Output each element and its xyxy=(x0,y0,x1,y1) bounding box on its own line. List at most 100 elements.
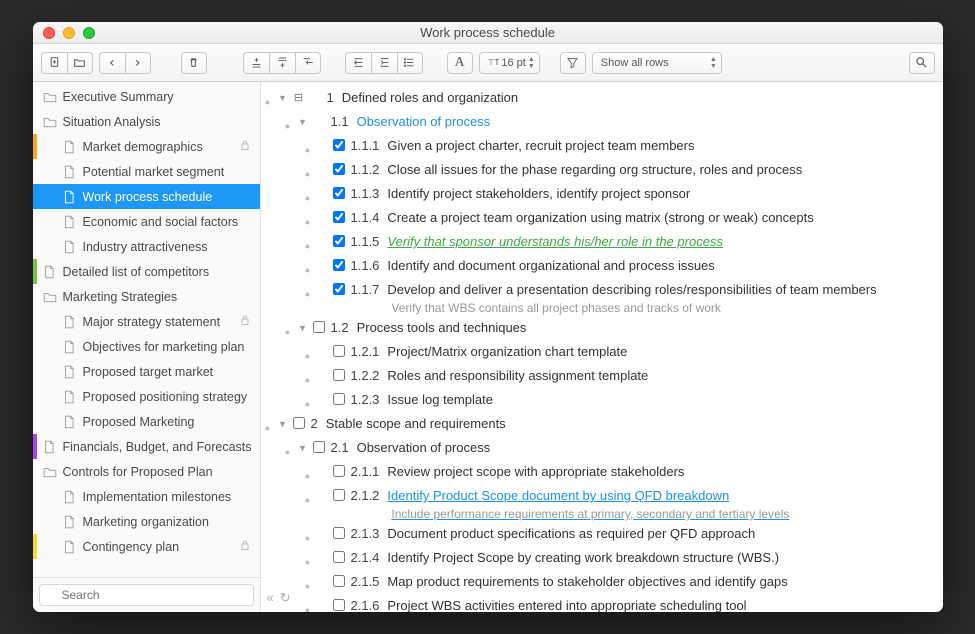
row-text[interactable]: Issue log template xyxy=(387,390,932,409)
row-checkbox[interactable] xyxy=(313,441,325,453)
sidebar-item[interactable]: Potential market segment xyxy=(33,159,260,184)
sidebar-search-input[interactable] xyxy=(39,584,254,606)
row-handle-icon[interactable]: ● xyxy=(301,184,315,208)
row-handle-icon[interactable]: ● xyxy=(281,438,295,462)
disclosure-triangle-icon[interactable]: ▼ xyxy=(295,438,311,458)
row-handle-icon[interactable]: ● xyxy=(301,462,315,486)
row-text[interactable]: Roles and responsibility assignment temp… xyxy=(387,366,932,385)
sidebar-item[interactable]: Marketing organization xyxy=(33,509,260,534)
zoom-window-button[interactable] xyxy=(83,27,95,39)
row-text[interactable]: Observation of process xyxy=(357,438,933,457)
outline-row[interactable]: ●1.2.1Project/Matrix organization chart … xyxy=(261,342,933,366)
row-text[interactable]: Identify Project Scope by creating work … xyxy=(387,548,932,567)
expand-all-icon[interactable]: « xyxy=(267,590,274,606)
disclosure-triangle-icon[interactable]: ▼ xyxy=(295,318,311,338)
row-text[interactable]: Document product specifications as requi… xyxy=(387,524,932,543)
row-text[interactable]: Develop and deliver a presentation descr… xyxy=(387,280,932,318)
row-checkbox[interactable] xyxy=(333,527,345,539)
outdent-button[interactable] xyxy=(345,52,371,74)
sidebar-item[interactable]: Proposed positioning strategy xyxy=(33,384,260,409)
row-text[interactable]: Review project scope with appropriate st… xyxy=(387,462,932,481)
row-checkbox[interactable] xyxy=(333,283,345,295)
row-checkbox[interactable] xyxy=(333,187,345,199)
row-text[interactable]: Identify Product Scope document by using… xyxy=(387,486,932,524)
outline-row[interactable]: ●1.1.5Verify that sponsor understands hi… xyxy=(261,232,933,256)
outline-row[interactable]: ●▼2.1Observation of process xyxy=(261,438,933,462)
row-handle-icon[interactable]: ● xyxy=(301,232,315,256)
sidebar-item[interactable]: Proposed Marketing xyxy=(33,409,260,434)
row-text[interactable]: Create a project team organization using… xyxy=(387,208,932,227)
outline-row[interactable]: ●2.1.5Map product requirements to stakeh… xyxy=(261,572,933,596)
row-checkbox[interactable] xyxy=(333,575,345,587)
disclosure-triangle-icon[interactable]: ▼ xyxy=(275,88,291,108)
sidebar-item[interactable]: Marketing Strategies xyxy=(33,284,260,309)
row-handle-icon[interactable]: ● xyxy=(301,366,315,390)
disclosure-triangle-icon[interactable]: ▼ xyxy=(275,414,291,434)
disclosure-triangle-icon[interactable]: ▼ xyxy=(295,112,311,132)
row-handle-icon[interactable]: ● xyxy=(301,524,315,548)
row-text[interactable]: Verify that sponsor understands his/her … xyxy=(387,232,932,251)
row-handle-icon[interactable]: ● xyxy=(301,596,315,612)
outline-row[interactable]: ●1.1.6Identify and document organization… xyxy=(261,256,933,280)
row-text[interactable]: Given a project charter, recruit project… xyxy=(387,136,932,155)
outline-row[interactable]: ●1.1.4Create a project team organization… xyxy=(261,208,933,232)
row-checkbox[interactable] xyxy=(333,163,345,175)
sidebar-item[interactable]: Contingency plan xyxy=(33,534,260,559)
row-handle-icon[interactable]: ● xyxy=(261,88,275,112)
outline-row[interactable]: ●2.1.3Document product specifications as… xyxy=(261,524,933,548)
row-text[interactable]: Identify and document organizational and… xyxy=(387,256,932,275)
outline-row[interactable]: ●▼1.2Process tools and techniques xyxy=(261,318,933,342)
sidebar-item[interactable]: Economic and social factors xyxy=(33,209,260,234)
row-handle-icon[interactable]: ● xyxy=(301,486,315,510)
row-checkbox[interactable] xyxy=(333,139,345,151)
outline-row[interactable]: ●2.1.4Identify Project Scope by creating… xyxy=(261,548,933,572)
add-child-button[interactable] xyxy=(295,52,321,74)
row-checkbox[interactable] xyxy=(333,345,345,357)
sidebar-item[interactable]: Implementation milestones xyxy=(33,484,260,509)
sidebar-item[interactable]: Industry attractiveness xyxy=(33,234,260,259)
row-handle-icon[interactable]: ● xyxy=(301,256,315,280)
collapse-all-icon[interactable]: ⊟ xyxy=(291,88,307,108)
close-window-button[interactable] xyxy=(43,27,55,39)
row-checkbox[interactable] xyxy=(333,489,345,501)
row-handle-icon[interactable]: ● xyxy=(301,160,315,184)
row-text[interactable]: Observation of process xyxy=(357,112,933,131)
outline-row[interactable]: ●1.1.2Close all issues for the phase reg… xyxy=(261,160,933,184)
sidebar-item[interactable]: Market demographics xyxy=(33,134,260,159)
row-handle-icon[interactable]: ● xyxy=(301,280,315,304)
add-row-below-button[interactable] xyxy=(269,52,295,74)
row-checkbox[interactable] xyxy=(293,417,305,429)
sidebar-item[interactable]: Situation Analysis xyxy=(33,109,260,134)
new-document-button[interactable] xyxy=(41,52,67,74)
row-text[interactable]: Project/Matrix organization chart templa… xyxy=(387,342,932,361)
outline-row[interactable]: ●1.1.3Identify project stakeholders, ide… xyxy=(261,184,933,208)
nav-back-button[interactable]: ‹ xyxy=(99,52,125,74)
sidebar-item[interactable]: Work process schedule xyxy=(33,184,260,209)
row-text[interactable]: Identify project stakeholders, identify … xyxy=(387,184,932,203)
row-handle-icon[interactable]: ● xyxy=(301,136,315,160)
row-checkbox[interactable] xyxy=(333,551,345,563)
outline-row[interactable]: ●2.1.6Project WBS activities entered int… xyxy=(261,596,933,612)
outline-pane[interactable]: ●▼⊟1Defined roles and organization●▼1.1O… xyxy=(261,82,943,612)
delete-button[interactable] xyxy=(181,52,207,74)
row-handle-icon[interactable]: ● xyxy=(261,414,275,438)
outline-row[interactable]: ●▼1.1Observation of process xyxy=(261,112,933,136)
row-text[interactable]: Process tools and techniques xyxy=(357,318,933,337)
search-button[interactable] xyxy=(909,52,935,74)
font-size-selector[interactable]: ⊤T 16 pt ▲▼ xyxy=(479,52,540,74)
row-checkbox[interactable] xyxy=(333,465,345,477)
outline-row[interactable]: ●1.2.3Issue log template xyxy=(261,390,933,414)
row-handle-icon[interactable]: ● xyxy=(281,318,295,342)
row-handle-icon[interactable]: ● xyxy=(301,390,315,414)
row-handle-icon[interactable]: ● xyxy=(281,112,295,136)
sidebar-item[interactable]: Executive Summary xyxy=(33,84,260,109)
outline-row[interactable]: ●▼2Stable scope and requirements xyxy=(261,414,933,438)
row-handle-icon[interactable]: ● xyxy=(301,548,315,572)
sidebar-item[interactable]: Major strategy statement xyxy=(33,309,260,334)
add-row-above-button[interactable] xyxy=(243,52,269,74)
font-style-button[interactable]: A xyxy=(447,52,473,74)
nav-forward-button[interactable]: › xyxy=(125,52,151,74)
row-text[interactable]: Stable scope and requirements xyxy=(326,414,933,433)
outline-row[interactable]: ●2.1.1Review project scope with appropri… xyxy=(261,462,933,486)
row-text[interactable]: Project WBS activities entered into appr… xyxy=(387,596,932,612)
